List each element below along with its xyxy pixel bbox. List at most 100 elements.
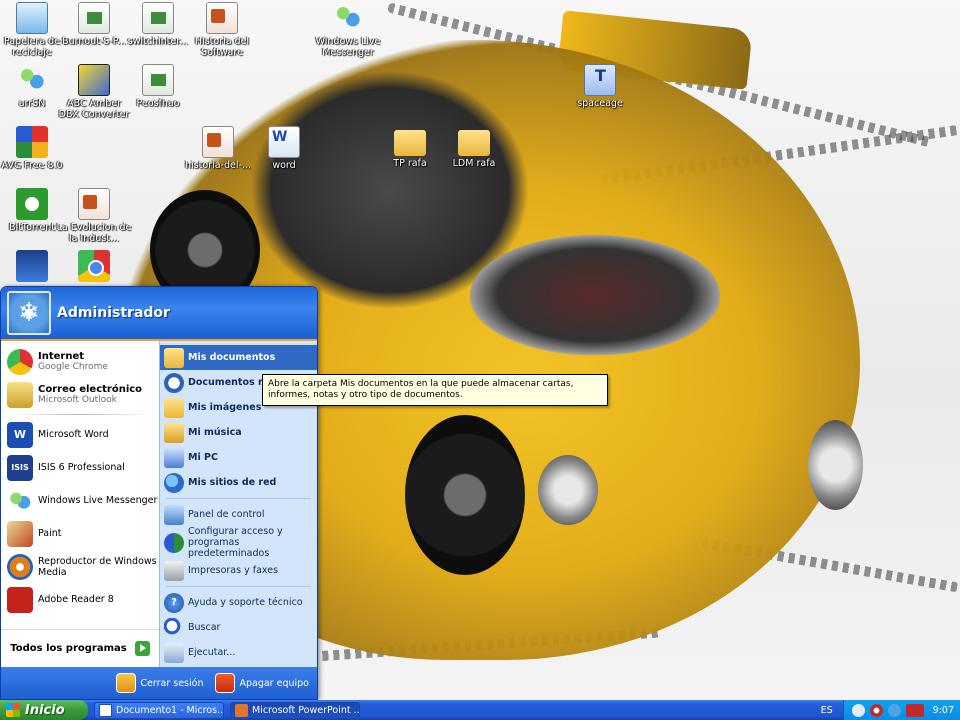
program-label: Adobe Reader 8	[38, 594, 114, 605]
recent-program-messenger[interactable]: Windows Live Messenger	[1, 484, 159, 517]
place-label: Mi PC	[188, 452, 218, 463]
recent-program-word[interactable]: W Microsoft Word	[1, 418, 159, 451]
desktop-icon-label: word	[272, 160, 296, 171]
powerpoint-file-icon	[202, 126, 234, 158]
desktop-icon-word[interactable]: word	[246, 126, 322, 171]
desktop-icon-peosfhao[interactable]: Peosfhao	[120, 64, 196, 109]
key-icon	[116, 673, 137, 693]
user-avatar[interactable]: ❄	[7, 291, 51, 335]
start-label: Inicio	[25, 702, 65, 718]
desktop-icon-label: Burnout-S-P...	[61, 36, 127, 47]
image-file-icon	[142, 2, 174, 34]
recent-program-isis[interactable]: ISIS ISIS 6 Professional	[1, 451, 159, 484]
my-documents-icon	[164, 347, 184, 368]
settings-label: Configurar acceso y programas predetermi…	[188, 526, 283, 559]
taskbar-button-word[interactable]: Documento1 - Micros...	[94, 701, 224, 719]
network-places-icon	[164, 472, 184, 493]
start-button[interactable]: Inicio	[0, 700, 88, 720]
place-my-documents[interactable]: Mis documentos	[160, 345, 317, 370]
word-icon	[99, 703, 112, 717]
desktop-icon-label: AVG Free 8.0	[1, 160, 63, 171]
powerpoint-icon	[235, 703, 248, 717]
tools-label: Ayuda y soporte técnico	[188, 597, 303, 608]
recent-program-media-player[interactable]: Reproductor de Windows Media	[1, 550, 159, 583]
car-headlight	[538, 455, 598, 525]
ati-tray-icon[interactable]	[905, 703, 924, 717]
desktop-icon-label: Windows Live Messenger	[315, 36, 381, 58]
pinned-subtitle: Google Chrome	[38, 361, 108, 372]
start-menu-programs-pane: Internet Google Chrome Correo electrónico…	[1, 341, 159, 667]
security-tray-icon[interactable]	[869, 703, 883, 717]
messenger-icon	[332, 2, 364, 34]
desktop-icon-windows-live-messenger[interactable]: Windows Live Messenger	[310, 2, 386, 58]
help-icon: ?	[164, 592, 184, 613]
control-panel-icon	[164, 504, 184, 525]
desktop-icon-chrome[interactable]	[56, 250, 132, 284]
program-label: Microsoft Word	[38, 429, 109, 440]
desktop-icon-spaceage[interactable]: spaceage	[562, 64, 638, 109]
place-label: Mi música	[188, 427, 242, 438]
shutdown-label: Apagar equipo	[239, 677, 309, 689]
clock[interactable]: 9:07	[933, 705, 954, 716]
printer-icon	[164, 560, 184, 581]
place-my-computer[interactable]: Mi PC	[160, 445, 317, 470]
bittorrent-icon	[16, 188, 48, 220]
image-file-icon	[142, 64, 174, 96]
pinned-internet[interactable]: Internet Google Chrome	[1, 345, 159, 378]
settings-label: Impresoras y faxes	[188, 565, 279, 576]
language-indicator[interactable]: ES	[811, 705, 843, 716]
desktop-icon-label: switchinter...	[127, 36, 189, 47]
all-programs-button[interactable]: Todos los programas	[1, 629, 159, 667]
word-file-icon	[268, 126, 300, 158]
recent-program-paint[interactable]: Paint	[1, 517, 159, 550]
program-label: Windows Live Messenger	[38, 495, 158, 506]
outlook-icon	[7, 381, 33, 408]
car-windshield	[470, 235, 720, 355]
program-defaults-item[interactable]: Configurar acceso y programas predetermi…	[160, 526, 317, 559]
pinned-title: Correo electrónico	[38, 383, 143, 395]
search-item[interactable]: Buscar	[160, 615, 317, 640]
image-file-icon	[78, 2, 110, 34]
media-player-icon	[7, 553, 33, 580]
control-panel-item[interactable]: Panel de control	[160, 502, 317, 527]
desktop-icon-historia-software[interactable]: Historia del Software	[184, 2, 260, 58]
run-item[interactable]: Ejecutar...	[160, 640, 317, 665]
tools-label: Ejecutar...	[188, 647, 236, 658]
desktop-icon-label: Papelera de reciclaje	[3, 36, 61, 58]
place-my-music[interactable]: Mi música	[160, 420, 317, 445]
desktop-icon-la-evolucion[interactable]: La Evolucion de la Indust...	[56, 188, 132, 244]
run-icon	[164, 642, 184, 663]
program-label: Paint	[38, 528, 62, 539]
start-menu: ❄ Administrador Internet Google Chrome Co…	[0, 286, 318, 700]
place-network-places[interactable]: Mis sitios de red	[160, 470, 317, 495]
recent-documents-icon	[164, 372, 184, 393]
desktop-icon-historia-del[interactable]: historia-del-...	[180, 126, 256, 171]
paint-icon	[7, 520, 33, 547]
messenger-tray-icon[interactable]	[851, 703, 865, 717]
desktop-icon-avg[interactable]: AVG Free 8.0	[0, 126, 70, 171]
printers-faxes-item[interactable]: Impresoras y faxes	[160, 558, 317, 583]
tooltip: Abre la carpeta Mis documentos en la que…	[262, 374, 608, 406]
car-headlight	[808, 420, 863, 510]
recent-program-adobe-reader[interactable]: Adobe Reader 8	[1, 583, 159, 616]
chrome-icon	[7, 348, 33, 375]
desktop-icon-ldm-rafa[interactable]: LDM rafa	[436, 126, 512, 169]
arrow-right-icon	[134, 641, 150, 656]
car-wheel	[405, 415, 525, 575]
taskbar-button-powerpoint[interactable]: Microsoft PowerPoint ...	[230, 701, 360, 719]
pinned-email[interactable]: Correo electrónico Microsoft Outlook	[1, 378, 159, 411]
powerpoint-file-icon	[78, 188, 110, 220]
desktop-icon-label: ABC Amber DBX Converter	[58, 98, 130, 120]
logoff-button[interactable]: Cerrar sesión	[116, 673, 203, 693]
program-defaults-icon	[164, 532, 184, 553]
desktop-icon-label: spaceage	[577, 98, 623, 109]
program-label: Reproductor de Windows Media	[38, 555, 157, 578]
help-support-item[interactable]: ? Ayuda y soporte técnico	[160, 590, 317, 615]
powerpoint-file-icon	[206, 2, 238, 34]
desktop-icon-label: TP rafa	[393, 158, 427, 169]
network-tray-icon[interactable]	[887, 703, 901, 717]
shutdown-button[interactable]: Apagar equipo	[215, 673, 309, 693]
all-programs-label: Todos los programas	[10, 643, 127, 654]
task-label: Documento1 - Micros...	[116, 704, 224, 716]
my-computer-icon	[164, 447, 184, 468]
